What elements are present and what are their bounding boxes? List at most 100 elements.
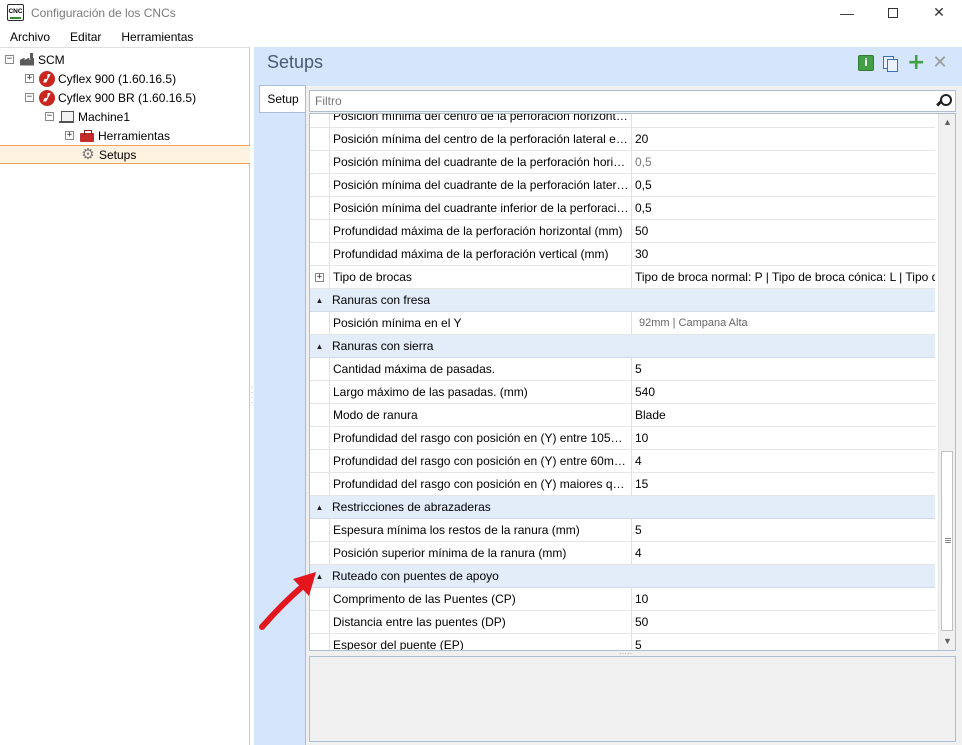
tree-label-cyflex-900: Cyflex 900 (1.60.16.5) bbox=[58, 71, 177, 86]
property-name: Posición mínima del cuadrante inferior d… bbox=[329, 197, 632, 219]
expand-toggle[interactable]: + bbox=[315, 272, 324, 282]
property-row[interactable]: Posición mínima del cuadrante de la perf… bbox=[310, 151, 935, 174]
collapse-toggle[interactable]: − bbox=[5, 55, 14, 64]
property-value[interactable]: 50 bbox=[632, 220, 935, 242]
tree-node-cyflex-900-br[interactable]: − Cyflex 900 BR (1.60.16.5) bbox=[25, 88, 196, 107]
collapse-toggle[interactable]: − bbox=[45, 112, 54, 121]
property-value[interactable]: 30 bbox=[632, 243, 935, 265]
menu-editar[interactable]: Editar bbox=[60, 30, 111, 44]
menu-archivo[interactable]: Archivo bbox=[0, 30, 60, 44]
property-value[interactable]: 5 bbox=[632, 634, 935, 650]
property-name: Espesor del puente (EP) bbox=[329, 634, 632, 650]
category-label: Ruteado con puentes de apoyo bbox=[332, 569, 499, 583]
property-name: Profundidad máxima de la perforación hor… bbox=[329, 220, 632, 242]
property-value[interactable]: 20 bbox=[632, 128, 935, 150]
property-value[interactable]: 5 bbox=[632, 358, 935, 380]
row-gutter bbox=[310, 473, 329, 495]
collapse-icon[interactable]: ▲ bbox=[310, 296, 329, 305]
property-value[interactable]: 4 bbox=[632, 542, 935, 564]
property-row[interactable]: Largo máximo de las pasadas. (mm) 540 bbox=[310, 381, 935, 404]
property-value[interactable]: 15 bbox=[632, 473, 935, 495]
collapse-toggle[interactable]: − bbox=[25, 93, 34, 102]
property-row[interactable]: Posición mínima del cuadrante de la perf… bbox=[310, 174, 935, 197]
category-header[interactable]: ▲ Ruteado con puentes de apoyo bbox=[310, 565, 935, 588]
property-value[interactable]: 0,5 bbox=[632, 197, 935, 219]
property-value[interactable]: 92mm | Campana Alta bbox=[632, 312, 935, 334]
row-gutter bbox=[310, 312, 329, 334]
scroll-down-icon[interactable]: ▼ bbox=[939, 633, 955, 650]
property-row[interactable]: Profundidad máxima de la perforación hor… bbox=[310, 220, 935, 243]
tab-setup[interactable]: Setup bbox=[259, 85, 306, 113]
search-icon[interactable] bbox=[936, 93, 952, 109]
copy-icon[interactable] bbox=[882, 55, 898, 72]
property-row[interactable]: Cantidad máxima de pasadas. 5 bbox=[310, 358, 935, 381]
property-value[interactable]: 10 bbox=[632, 588, 935, 610]
property-value[interactable]: Blade bbox=[632, 404, 935, 426]
tree-node-machine1[interactable]: − Machine1 bbox=[45, 107, 130, 126]
property-name: Profundidad del rasgo con posición en (Y… bbox=[329, 427, 632, 449]
property-row[interactable]: Posición mínima del centro de la perfora… bbox=[310, 114, 935, 128]
tree-label-herramientas: Herramientas bbox=[98, 128, 171, 143]
collapse-icon[interactable]: ▲ bbox=[310, 342, 329, 351]
tree-node-cyflex-900[interactable]: + Cyflex 900 (1.60.16.5) bbox=[25, 69, 176, 88]
property-name: Profundidad del rasgo con posición en (Y… bbox=[329, 473, 632, 495]
property-value[interactable]: 10 bbox=[632, 427, 935, 449]
description-panel bbox=[309, 656, 956, 742]
property-row[interactable]: Distancia entre las puentes (DP) 50 bbox=[310, 611, 935, 634]
category-label: Ranuras con fresa bbox=[332, 293, 431, 307]
property-row[interactable]: Posición mínima del cuadrante inferior d… bbox=[310, 197, 935, 220]
maximize-button[interactable] bbox=[870, 0, 916, 25]
info-icon[interactable]: i bbox=[858, 55, 874, 71]
property-row[interactable]: Profundidad máxima de la perforación ver… bbox=[310, 243, 935, 266]
property-value[interactable]: 50 bbox=[632, 611, 935, 633]
expand-toggle[interactable]: + bbox=[25, 74, 34, 83]
close-button[interactable]: ✕ bbox=[916, 0, 962, 25]
scroll-thumb[interactable] bbox=[941, 451, 953, 631]
property-value[interactable]: 5 bbox=[632, 519, 935, 541]
property-value[interactable]: 4 bbox=[632, 450, 935, 472]
category-header[interactable]: ▲ Restricciones de abrazaderas bbox=[310, 496, 935, 519]
menu-bar: Archivo Editar Herramientas bbox=[0, 26, 962, 47]
row-gutter bbox=[310, 174, 329, 196]
row-gutter bbox=[310, 128, 329, 150]
property-row[interactable]: Comprimento de las Puentes (CP) 10 bbox=[310, 588, 935, 611]
property-value[interactable]: Tipo de broca normal: P | Tipo de broca … bbox=[632, 266, 935, 288]
menu-herramientas[interactable]: Herramientas bbox=[111, 30, 203, 44]
tree-node-scm[interactable]: − SCM bbox=[5, 50, 65, 69]
property-row[interactable]: Profundidad del rasgo con posición en (Y… bbox=[310, 450, 935, 473]
cnc-logo-icon bbox=[39, 70, 55, 87]
tree-node-setups[interactable]: ⚙ Setups bbox=[0, 145, 250, 164]
property-row[interactable]: Modo de ranura Blade bbox=[310, 404, 935, 427]
property-name: Tipo de brocas bbox=[329, 266, 632, 288]
add-icon[interactable]: + bbox=[907, 52, 925, 74]
delete-icon[interactable]: ✕ bbox=[932, 54, 948, 72]
cnc-tree: − SCM + Cyflex 900 (1.60.16.5) − Cyflex … bbox=[0, 47, 250, 745]
category-header[interactable]: ▲ Ranuras con fresa bbox=[310, 289, 935, 312]
tree-label-setups: Setups bbox=[99, 147, 137, 162]
property-row[interactable]: Posición superior mínima de la ranura (m… bbox=[310, 542, 935, 565]
property-grid: Posición mínima del centro de la perfora… bbox=[309, 113, 956, 651]
collapse-icon[interactable]: ▲ bbox=[310, 503, 329, 512]
row-gutter bbox=[310, 197, 329, 219]
minimize-button[interactable]: — bbox=[824, 0, 870, 25]
property-row[interactable]: Profundidad del rasgo con posición en (Y… bbox=[310, 473, 935, 496]
property-row[interactable]: Espesura mínima los restos de la ranura … bbox=[310, 519, 935, 542]
tree-node-herramientas[interactable]: + Herramientas bbox=[65, 126, 170, 145]
row-gutter bbox=[310, 151, 329, 173]
property-value[interactable]: 540 bbox=[632, 381, 935, 403]
property-row[interactable]: Profundidad del rasgo con posición en (Y… bbox=[310, 427, 935, 450]
red-arrow-icon bbox=[259, 572, 316, 630]
property-row[interactable]: Posición mínima del centro de la perfora… bbox=[310, 128, 935, 151]
property-value[interactable]: 0,5 bbox=[632, 174, 935, 196]
property-value[interactable]: 0,5 bbox=[632, 151, 935, 173]
expand-toggle[interactable]: + bbox=[65, 131, 74, 140]
property-value[interactable] bbox=[632, 114, 935, 127]
property-row[interactable]: Posición mínima en el Y 92mm | Campana Al… bbox=[310, 312, 935, 335]
title-bar: CNC Configuración de los CNCs — ✕ bbox=[0, 0, 962, 25]
property-row[interactable]: + Tipo de brocas Tipo de broca normal: P |… bbox=[310, 266, 935, 289]
scroll-up-icon[interactable]: ▲ bbox=[939, 114, 955, 131]
vertical-scrollbar[interactable]: ▲ ▼ bbox=[938, 114, 955, 650]
category-label: Ranuras con sierra bbox=[332, 339, 434, 353]
category-header[interactable]: ▲ Ranuras con sierra bbox=[310, 335, 935, 358]
filter-input[interactable] bbox=[315, 94, 915, 108]
